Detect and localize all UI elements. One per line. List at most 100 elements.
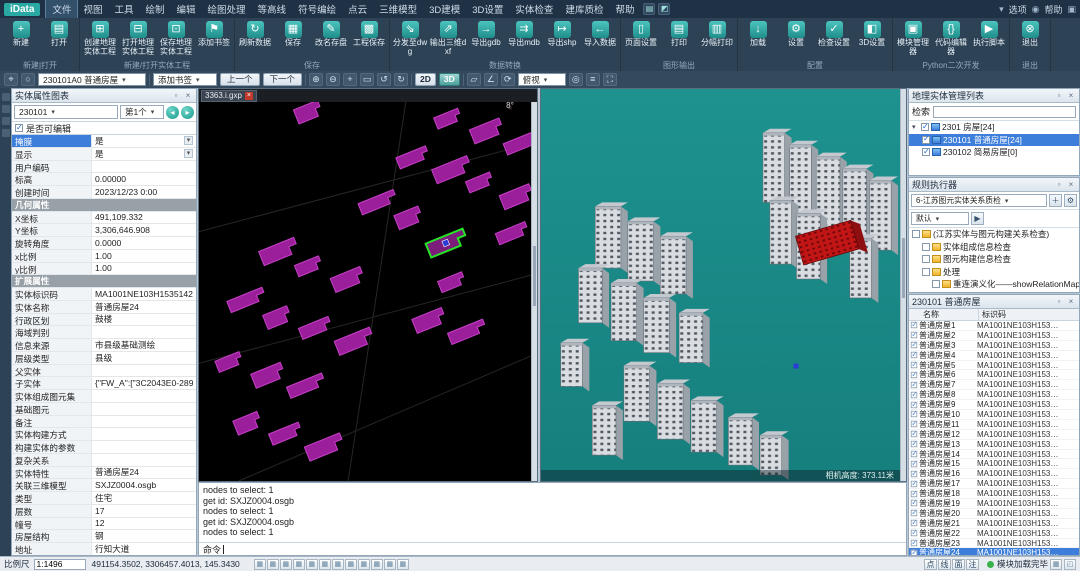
entity-code-combo[interactable]: 230101▾ xyxy=(14,105,118,119)
batch-print-button[interactable]: ▥分幅打印 xyxy=(698,19,736,60)
status-toggle-icon[interactable]: ▦ xyxy=(397,559,409,570)
view-direction-combo[interactable]: 俯视▾ xyxy=(518,73,566,86)
dropdown-arrow-icon[interactable]: ▾ xyxy=(184,149,193,158)
measure-icon[interactable]: ∠ xyxy=(484,73,498,86)
tree-checkbox[interactable] xyxy=(912,230,920,238)
open-folder-button[interactable]: ▤打开 xyxy=(40,19,78,60)
pin-icon[interactable]: ▫ xyxy=(1054,91,1064,101)
close-tab-icon[interactable]: × xyxy=(245,92,253,100)
prev-button[interactable]: 上一个 xyxy=(220,73,260,86)
tree-item[interactable]: 230102 简易房屋[0] xyxy=(909,146,1079,159)
export-dwg-button[interactable]: ⇘分发至dwg xyxy=(391,19,429,60)
status-toggle-icon[interactable]: ▦ xyxy=(319,559,331,570)
close-icon[interactable]: × xyxy=(1066,297,1076,307)
property-row[interactable]: 实体构建方式 xyxy=(12,428,196,441)
property-row[interactable]: Y坐标3,306,646.908 xyxy=(12,224,196,237)
property-value[interactable] xyxy=(92,454,196,466)
project-save-button[interactable]: ▩工程保存 xyxy=(350,19,388,60)
map-tab[interactable]: 3363.i.gxp × xyxy=(201,90,257,102)
row-checkbox[interactable] xyxy=(911,352,917,358)
window-style-icon[interactable]: ▣ xyxy=(1067,4,1076,15)
property-value[interactable] xyxy=(92,390,196,402)
property-value[interactable] xyxy=(92,403,196,415)
mode-2d-button[interactable]: 2D xyxy=(415,73,436,86)
row-checkbox[interactable] xyxy=(911,550,917,555)
property-value[interactable]: 县级 xyxy=(92,352,196,364)
status-toggle-icon[interactable]: ▦ xyxy=(332,559,344,570)
row-checkbox[interactable] xyxy=(911,520,917,526)
command-input-row[interactable]: 命令 xyxy=(199,542,906,555)
row-checkbox[interactable] xyxy=(911,431,917,437)
palette-icon[interactable]: ◩ xyxy=(658,3,670,15)
dropdown-arrow-icon[interactable]: ▾ xyxy=(184,136,193,145)
zoom-out-icon[interactable]: ⊖ xyxy=(326,73,340,86)
tree-item[interactable]: ▾2301 房屋[24] xyxy=(909,121,1079,134)
property-value[interactable]: 普通房屋24 xyxy=(92,467,196,479)
property-value[interactable]: MA1001NE103H15351422… xyxy=(92,288,196,300)
tree-checkbox[interactable] xyxy=(922,255,930,263)
menu-item[interactable]: 帮助 xyxy=(609,0,640,18)
row-checkbox[interactable] xyxy=(911,411,917,417)
property-value[interactable]: {"FW_A":["3C2043E0-2897-… xyxy=(92,377,196,389)
save-button[interactable]: ▦保存 xyxy=(274,19,312,60)
row-checkbox[interactable] xyxy=(911,391,917,397)
row-checkbox[interactable] xyxy=(911,342,917,348)
menu-item[interactable]: 3D建模 xyxy=(423,0,466,18)
row-checkbox[interactable] xyxy=(911,362,917,368)
property-value[interactable] xyxy=(92,161,196,173)
entity-type-combo[interactable]: 230101A0 普通房屋▾ xyxy=(38,73,146,86)
property-row[interactable]: y比例1.00 xyxy=(12,263,196,276)
property-row[interactable]: 备注 xyxy=(12,416,196,429)
property-row[interactable]: 基础图元 xyxy=(12,403,196,416)
magnifier-icon[interactable] xyxy=(2,117,10,125)
status-toggle-icon[interactable]: ▦ xyxy=(358,559,370,570)
row-checkbox[interactable] xyxy=(911,382,917,388)
tree-checkbox[interactable] xyxy=(932,280,940,288)
help-icon[interactable]: ◉ xyxy=(1032,4,1040,15)
menu-item[interactable]: 等高线 xyxy=(252,0,293,18)
status-toggle-icon[interactable]: ▦ xyxy=(345,559,357,570)
property-value[interactable] xyxy=(92,441,196,453)
menu-item[interactable]: 视图 xyxy=(77,0,108,18)
property-row[interactable]: 行政区划鼓楼 xyxy=(12,314,196,327)
row-checkbox[interactable] xyxy=(911,500,917,506)
table-row[interactable]: 普通房屋24MA1001NE103H153… xyxy=(909,548,1079,555)
menu-item[interactable]: 点云 xyxy=(342,0,373,18)
tree-checkbox[interactable] xyxy=(921,123,929,131)
print-icon[interactable]: ▤ xyxy=(643,3,655,15)
property-row[interactable]: 旋转角度0.0000 xyxy=(12,237,196,250)
rule-default-combo[interactable]: 默认▾ xyxy=(911,212,969,225)
property-value[interactable]: 3,306,646.908 xyxy=(92,224,196,236)
cursor-icon[interactable] xyxy=(2,93,10,101)
property-value[interactable]: 0.0000 xyxy=(92,237,196,249)
geometry-mode-button[interactable]: 点 xyxy=(924,559,937,570)
menu-item[interactable]: 实体检查 xyxy=(509,0,559,18)
lock-icon[interactable]: ▦ xyxy=(1050,559,1062,570)
tree-checkbox[interactable] xyxy=(922,243,930,251)
geometry-mode-button[interactable]: 注 xyxy=(966,559,979,570)
open-project-button[interactable]: ⊟打开地理实体工程 xyxy=(119,19,157,60)
property-row[interactable]: 复杂关系 xyxy=(12,454,196,467)
tree-item[interactable]: 重连演义化——showRelationMap xyxy=(909,278,1079,291)
menu-item[interactable]: 建库质检 xyxy=(559,0,609,18)
menu-item[interactable]: 工具 xyxy=(108,0,139,18)
column-code[interactable]: 标识码 xyxy=(979,309,1079,320)
menu-item[interactable]: 绘制 xyxy=(140,0,171,18)
row-checkbox[interactable] xyxy=(911,451,917,457)
export-gdb-button[interactable]: →导出gdb xyxy=(467,19,505,60)
row-checkbox[interactable] xyxy=(911,510,917,516)
property-value[interactable] xyxy=(92,365,196,377)
row-checkbox[interactable] xyxy=(911,421,917,427)
property-value[interactable] xyxy=(92,416,196,428)
status-toggle-icon[interactable]: ▦ xyxy=(280,559,292,570)
row-checkbox[interactable] xyxy=(911,540,917,546)
property-row[interactable]: 构建实体的参数 xyxy=(12,441,196,454)
tree-item[interactable]: (江苏实体与图元构建关系检查) xyxy=(909,228,1079,241)
property-value[interactable]: 是▾ xyxy=(92,148,196,160)
property-row[interactable]: 实体特性普通房屋24 xyxy=(12,467,196,480)
compass[interactable]: N 8° xyxy=(493,105,527,110)
menu-item[interactable]: 绘图处理 xyxy=(202,0,252,18)
property-row[interactable]: x比例1.00 xyxy=(12,250,196,263)
map-2d-scrollbar[interactable] xyxy=(531,102,537,481)
property-value[interactable]: 491,109.332 xyxy=(92,212,196,224)
